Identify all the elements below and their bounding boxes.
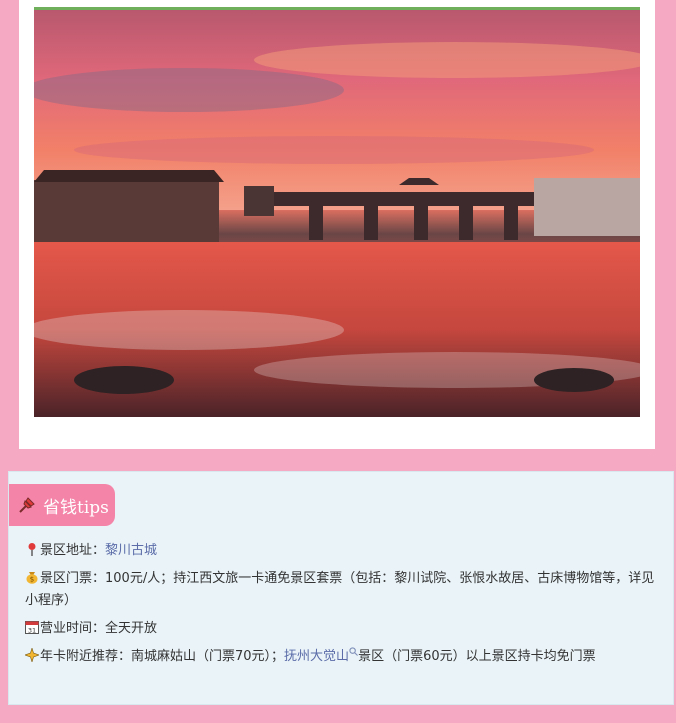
scenic-photo (34, 7, 640, 417)
round-pushpin-icon (28, 543, 36, 556)
tip-nearby: 年卡附近推荐：南城麻姑山（门票70元）；抚州大觉山 景区（门票60元）以上景区持… (25, 646, 657, 668)
hours-text: 营业时间：全天开放 (40, 621, 158, 636)
pushpin-icon (19, 497, 35, 513)
money-bag-icon: $ (26, 572, 38, 584)
svg-text:31: 31 (28, 627, 36, 635)
address-link[interactable]: 黎川古城 (105, 543, 157, 558)
magnifier-icon[interactable] (349, 647, 358, 656)
tip-address: 景区地址：黎川古城 (25, 540, 657, 562)
calendar-icon: 31 (25, 621, 39, 635)
nearby-link[interactable]: 抚州大觉山 (284, 649, 349, 664)
ticket-text: 景区门票：100元/人；持江西文旅一卡通免景区套票（包括：黎川试院、张恨水故居、… (25, 571, 655, 608)
photo-card (19, 0, 655, 449)
nearby-tail: 景区（门票60元）以上景区持卡均免门票 (358, 649, 596, 664)
address-label: 景区地址： (40, 543, 106, 558)
tip-ticket: $ 景区门票：100元/人；持江西文旅一卡通免景区套票（包括：黎川试院、张恨水故… (25, 568, 657, 612)
tips-badge-label: 省钱tips (43, 497, 109, 518)
svg-text:$: $ (30, 576, 34, 584)
money-saving-tips-panel: 省钱tips 景区地址：黎川古城 $ 景区门票：100元/人；持江西文旅一卡通免… (8, 471, 674, 705)
sparkle-icon (25, 648, 39, 662)
tip-list: 景区地址：黎川古城 $ 景区门票：100元/人；持江西文旅一卡通免景区套票（包括… (25, 540, 657, 674)
nearby-label: 年卡附近推荐：南城麻姑山（门票70元）； (40, 649, 285, 664)
tips-badge: 省钱tips (9, 484, 115, 526)
tip-hours: 31 营业时间：全天开放 (25, 618, 657, 640)
